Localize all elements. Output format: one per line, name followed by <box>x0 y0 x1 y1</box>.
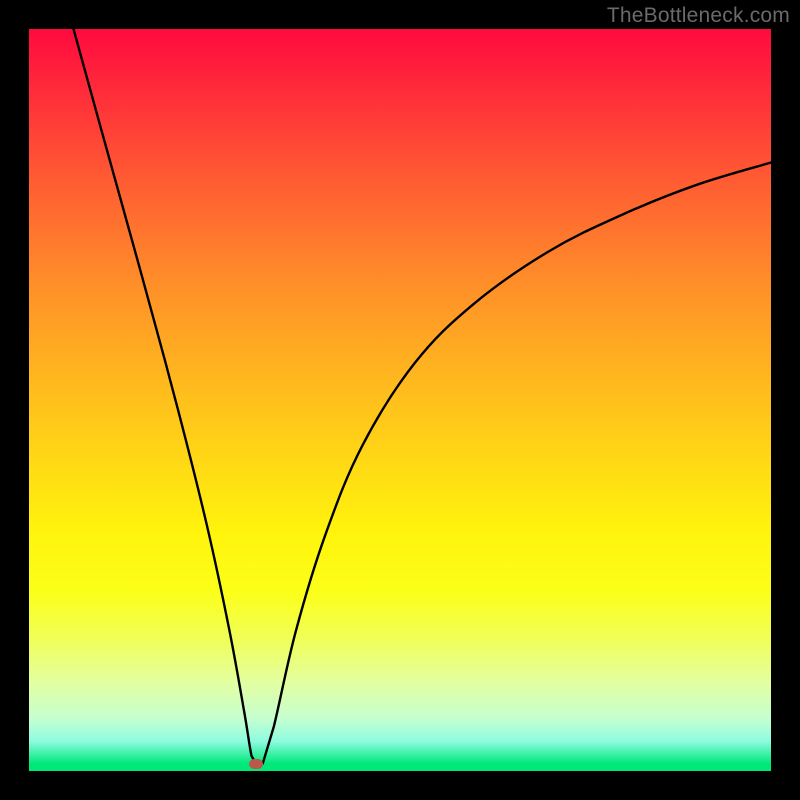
chart-frame: TheBottleneck.com <box>0 0 800 800</box>
plot-area <box>29 29 771 771</box>
optimal-point-marker <box>249 759 263 769</box>
watermark-text: TheBottleneck.com <box>607 4 790 28</box>
bottleneck-curve <box>29 29 771 771</box>
